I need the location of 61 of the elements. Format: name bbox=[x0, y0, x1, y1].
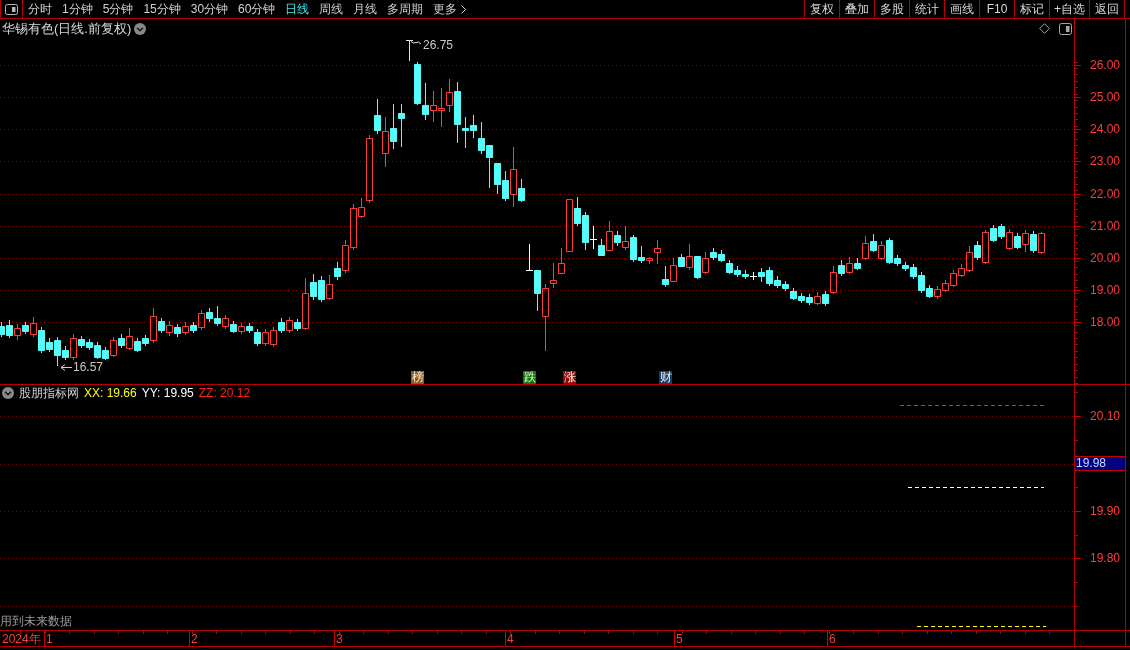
period-tab[interactable]: 60分钟 bbox=[238, 0, 276, 18]
toolbar-button[interactable]: 返回 bbox=[1089, 0, 1124, 18]
axis-month-label: 5 bbox=[676, 632, 683, 646]
price-axis-label: 24.00 bbox=[1089, 122, 1120, 137]
signal-marker: 榜 bbox=[411, 371, 424, 384]
signal-marker: 财 bbox=[659, 371, 672, 384]
period-tab[interactable]: 日线 bbox=[285, 0, 310, 18]
price-axis-label: 18.00 bbox=[1089, 315, 1120, 330]
chevron-down-icon[interactable] bbox=[2, 387, 14, 399]
period-tab[interactable]: 15分钟 bbox=[143, 0, 181, 18]
price-axis-label: 26.00 bbox=[1089, 58, 1120, 72]
indicator-axis-label: 19.90 bbox=[1089, 504, 1120, 518]
toolbar-button[interactable]: 叠加 bbox=[839, 0, 874, 18]
high-price-label: 26.75 bbox=[423, 39, 454, 52]
period-tab[interactable]: 周线 bbox=[319, 0, 344, 18]
chevron-down-icon[interactable] bbox=[134, 22, 147, 35]
toolbar-button[interactable]: +自选 bbox=[1049, 0, 1089, 18]
period-tab[interactable]: 1分钟 bbox=[62, 0, 93, 18]
period-tab[interactable]: 5分钟 bbox=[102, 0, 134, 18]
panel-icon bbox=[5, 3, 18, 15]
axis-month-label: 6 bbox=[829, 632, 836, 646]
period-tab[interactable]: 月线 bbox=[353, 0, 378, 18]
current-value-label: 19.98 bbox=[1075, 456, 1125, 471]
stock-title: 华锡有色(日线.前复权) bbox=[2, 19, 132, 38]
toolbar-button[interactable]: 画线 bbox=[944, 0, 979, 18]
price-axis-label: 22.00 bbox=[1089, 186, 1120, 201]
price-axis-label: 21.00 bbox=[1089, 218, 1120, 233]
axis-month-label: 4 bbox=[507, 632, 514, 646]
more-button[interactable]: 更多 bbox=[433, 0, 467, 18]
axis-month-label: 2 bbox=[191, 632, 198, 646]
future-data-note: 用到未来数据 bbox=[0, 614, 72, 628]
signal-marker: 跌 bbox=[523, 371, 536, 384]
indicator-value: ZZ: 20.12 bbox=[198, 386, 251, 400]
diamond-icon[interactable] bbox=[1039, 23, 1050, 34]
low-marker-arrow bbox=[60, 364, 73, 371]
high-marker-leader bbox=[405, 40, 422, 62]
toolbar-button[interactable]: 多股 bbox=[874, 0, 909, 18]
toolbar-button[interactable]: 统计 bbox=[909, 0, 944, 18]
indicator-value: XX: 19.66 bbox=[84, 386, 137, 400]
price-axis-label: 19.00 bbox=[1089, 283, 1120, 298]
price-axis-label: 25.00 bbox=[1089, 90, 1120, 105]
panel-toggle-button[interactable] bbox=[0, 0, 23, 18]
indicator-name: 股朋指标网 bbox=[19, 384, 79, 402]
indicator-value: YY: 19.95 bbox=[141, 386, 194, 400]
indicator-axis-label: 20.10 bbox=[1089, 409, 1120, 423]
axis-month-label: 3 bbox=[336, 632, 343, 646]
price-axis-label: 23.00 bbox=[1089, 154, 1120, 169]
toolbar-button[interactable]: F10 bbox=[979, 0, 1014, 18]
chevron-right-icon bbox=[461, 4, 467, 14]
price-axis-label: 20.00 bbox=[1089, 250, 1120, 265]
indicator-axis-label: 19.80 bbox=[1089, 551, 1120, 565]
period-tab[interactable]: 30分钟 bbox=[190, 0, 229, 18]
toolbar-button[interactable]: 标记 bbox=[1014, 0, 1049, 18]
panel-icon[interactable] bbox=[1059, 22, 1072, 35]
low-price-label: 16.57 bbox=[73, 361, 104, 374]
period-tab[interactable]: 分时 bbox=[28, 0, 52, 18]
period-tab[interactable]: 多周期 bbox=[387, 0, 424, 18]
signal-marker: 涨 bbox=[563, 371, 576, 384]
axis-month-label: 1 bbox=[46, 632, 53, 646]
axis-year-label: 2024年 bbox=[2, 632, 41, 646]
toolbar-button[interactable]: 复权 bbox=[804, 0, 839, 18]
